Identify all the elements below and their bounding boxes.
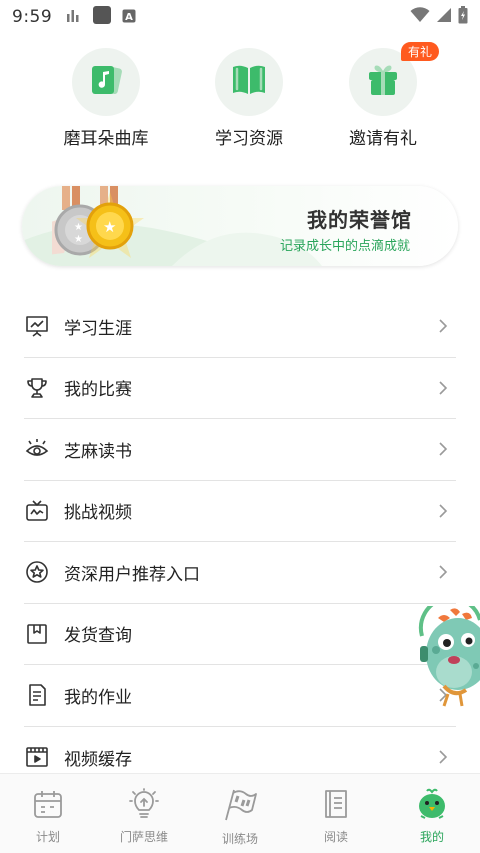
- lightbulb-icon: [128, 788, 160, 824]
- tab-mine[interactable]: 我的: [384, 774, 480, 853]
- tab-label: 训练场: [221, 832, 258, 846]
- menu-item-senior-user-referral[interactable]: 资深用户推荐入口: [24, 542, 456, 604]
- menu-item-label: 我的作业: [64, 687, 132, 708]
- tab-label: 阅读: [323, 830, 348, 844]
- tab-label: 我的: [419, 830, 444, 844]
- chevron-right-icon: [438, 441, 448, 461]
- svg-text:A: A: [125, 12, 133, 23]
- a-badge-icon: A: [122, 8, 136, 27]
- menu-item-label: 发货查询: [64, 626, 132, 647]
- dinosaur-mascot-icon: [418, 595, 480, 707]
- music-cards-icon: [88, 62, 124, 102]
- svg-text:★: ★: [74, 234, 83, 245]
- menu-item-my-competitions[interactable]: 我的比赛: [24, 358, 456, 419]
- tab-label: 门萨思维: [119, 830, 168, 844]
- gift-icon: [365, 62, 401, 102]
- open-book-icon: [230, 63, 268, 101]
- floating-mascot-button[interactable]: [414, 595, 480, 710]
- status-time: 9:59: [12, 7, 53, 27]
- battery-icon: [458, 6, 468, 28]
- profile-menu-list: 学习生涯 我的比赛 芝麻读书 挑战视频 资深用户推荐入口 发货查询 我的作业 视…: [24, 296, 456, 788]
- quick-entry-invite-gift[interactable]: 有礼 邀请有礼: [313, 42, 453, 149]
- quick-entry-music-library[interactable]: 磨耳朵曲库: [36, 48, 176, 149]
- chevron-right-icon: [438, 318, 448, 338]
- document-icon: [24, 682, 50, 708]
- chevron-right-icon: [438, 564, 448, 584]
- chevron-right-icon: [438, 380, 448, 400]
- tab-label: 计划: [35, 830, 60, 844]
- quick-entry-learning-resources[interactable]: 学习资源: [179, 48, 319, 149]
- chevron-right-icon: [438, 503, 448, 523]
- honor-hall-title: 我的荣誉馆: [307, 208, 412, 232]
- chevron-right-icon: [438, 749, 448, 769]
- menu-item-label: 视频缓存: [64, 749, 132, 770]
- quick-entries: 磨耳朵曲库 学习资源 有礼 邀请有礼: [0, 42, 480, 158]
- honor-hall-banner[interactable]: ★ ★ ★ 我的荣誉馆 记录成长中的点滴成就: [22, 186, 458, 266]
- svg-text:★: ★: [103, 218, 116, 236]
- tv-icon: [24, 498, 50, 524]
- menu-item-label: 资深用户推荐入口: [64, 564, 200, 585]
- flag-icon: [222, 788, 258, 826]
- chick-icon: [415, 788, 449, 824]
- book-icon: [320, 788, 352, 824]
- status-bar: 9:59 A: [0, 0, 480, 34]
- gift-badge: 有礼: [400, 42, 439, 61]
- video-frame-icon: [24, 744, 50, 770]
- medals-icon: ★ ★ ★: [52, 186, 144, 258]
- honor-hall-subtitle: 记录成长中的点滴成就: [279, 239, 410, 254]
- menu-item-challenge-videos[interactable]: 挑战视频: [24, 481, 456, 542]
- trophy-icon: [24, 375, 50, 401]
- quick-entry-label: 邀请有礼: [349, 129, 417, 149]
- menu-item-my-homework[interactable]: 我的作业: [24, 665, 456, 727]
- tab-training-ground[interactable]: 训练场: [192, 774, 288, 853]
- menu-item-sesame-reading[interactable]: 芝麻读书: [24, 419, 456, 481]
- calendar-icon: [32, 788, 64, 824]
- notification-square-icon: [92, 5, 112, 29]
- tab-mensa-thinking[interactable]: 门萨思维: [96, 774, 192, 853]
- svg-text:★: ★: [74, 222, 83, 233]
- signal-bars-icon: [66, 7, 82, 27]
- reading-eye-icon: [24, 436, 50, 462]
- tab-reading[interactable]: 阅读: [288, 774, 384, 853]
- menu-item-learning-career[interactable]: 学习生涯: [24, 296, 456, 358]
- wifi-icon: [410, 7, 430, 27]
- cellular-icon: [436, 7, 452, 27]
- menu-item-label: 芝麻读书: [64, 441, 132, 462]
- menu-item-label: 学习生涯: [64, 318, 132, 339]
- quick-entry-label: 磨耳朵曲库: [63, 129, 149, 149]
- menu-item-label: 我的比赛: [64, 380, 132, 401]
- package-icon: [24, 621, 50, 647]
- presentation-chart-icon: [24, 313, 50, 339]
- star-circle-icon: [24, 559, 50, 585]
- tab-plan[interactable]: 计划: [0, 774, 96, 853]
- menu-item-label: 挑战视频: [64, 503, 132, 524]
- bottom-tab-bar: 计划 门萨思维 训练场 阅读 我的: [0, 773, 480, 853]
- menu-item-shipping-query[interactable]: 发货查询: [24, 604, 456, 665]
- quick-entry-label: 学习资源: [215, 129, 283, 149]
